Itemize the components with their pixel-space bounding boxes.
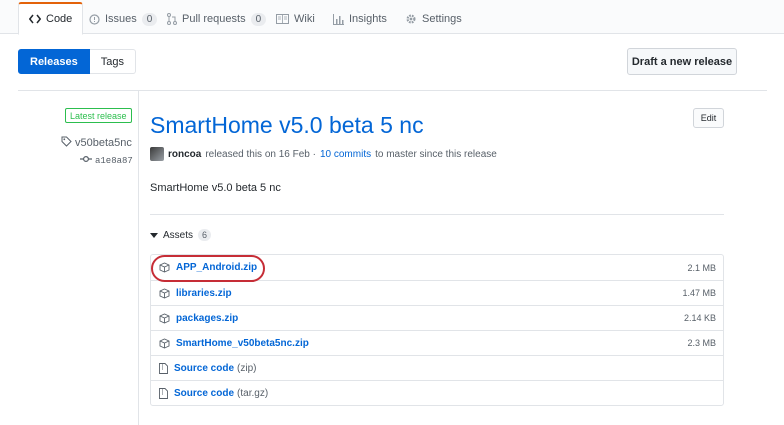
tab-pull-requests[interactable]: Pull requests 0 [167, 4, 267, 34]
asset-name[interactable]: Source code [174, 388, 234, 399]
tab-label: Settings [422, 13, 462, 25]
package-icon [159, 338, 170, 349]
pull-request-icon [167, 13, 177, 25]
released-text: released this on 16 Feb · [205, 148, 316, 160]
assets-list: APP_Android.zip 2.1 MB libraries.zip 1.4… [150, 254, 724, 406]
gear-icon [405, 13, 417, 25]
issue-icon [89, 13, 100, 25]
assets-label: Assets [163, 229, 194, 241]
release-title[interactable]: SmartHome v5.0 beta 5 nc [150, 112, 424, 139]
tab-label: Insights [349, 13, 387, 25]
asset-name[interactable]: SmartHome_v50beta5nc.zip [176, 338, 309, 349]
asset-size: 2.3 MB [687, 338, 716, 348]
tags-button[interactable]: Tags [89, 49, 136, 74]
assets-toggle[interactable]: Assets 6 [150, 229, 212, 241]
draft-new-release-button[interactable]: Draft a new release [627, 48, 737, 75]
asset-name[interactable]: packages.zip [176, 313, 238, 324]
asset-row[interactable]: SmartHome_v50beta5nc.zip 2.3 MB [151, 330, 723, 355]
asset-name[interactable]: libraries.zip [176, 288, 232, 299]
divider [150, 214, 724, 215]
tab-issues[interactable]: Issues 0 [89, 4, 158, 34]
tab-label: Issues [105, 13, 137, 25]
author-link[interactable]: roncoa [168, 149, 201, 160]
asset-name[interactable]: Source code [174, 363, 234, 374]
release-tag[interactable]: v50beta5nc [61, 136, 132, 150]
commit-icon [80, 155, 92, 166]
release-meta: roncoa released this on 16 Feb · 10 comm… [150, 147, 497, 161]
asset-row[interactable]: packages.zip 2.14 KB [151, 305, 723, 330]
commits-link[interactable]: 10 commits [320, 149, 371, 160]
file-zip-icon [159, 362, 168, 374]
commit-sha: a1e8a87 [95, 155, 133, 166]
latest-release-badge: Latest release [65, 108, 132, 123]
file-zip-icon [159, 387, 168, 399]
repo-tabnav: Code Issues 0 Pull requests 0 Wiki Insig… [0, 0, 784, 35]
commits-suffix: to master since this release [375, 148, 497, 160]
tag-name: v50beta5nc [75, 137, 132, 149]
tab-label: Code [46, 13, 73, 25]
tab-settings[interactable]: Settings [405, 4, 462, 34]
asset-size: 1.47 MB [682, 288, 716, 298]
asset-row[interactable]: Source code (tar.gz) [151, 380, 723, 405]
tab-label: Pull requests [182, 13, 246, 25]
edit-button[interactable]: Edit [693, 108, 724, 128]
assets-count: 6 [198, 229, 212, 241]
avatar[interactable] [150, 147, 164, 161]
counter-badge: 0 [250, 12, 267, 26]
tag-icon [61, 136, 72, 150]
book-icon [276, 14, 289, 24]
asset-size: 2.14 KB [683, 313, 716, 323]
tab-code[interactable]: Code [18, 2, 84, 35]
asset-row[interactable]: Source code (zip) [151, 355, 723, 380]
release-commit[interactable]: a1e8a87 [80, 155, 133, 166]
asset-row[interactable]: libraries.zip 1.47 MB [151, 280, 723, 305]
releases-button[interactable]: Releases [18, 49, 90, 74]
releases-tags-toggle: Releases Tags [18, 49, 136, 74]
column-divider [138, 90, 139, 425]
code-icon [29, 14, 41, 24]
package-icon [159, 262, 170, 273]
package-icon [159, 288, 170, 299]
asset-size: 2.1 MB [687, 262, 716, 273]
release-body: SmartHome v5.0 beta 5 nc [150, 182, 281, 194]
caret-down-icon [150, 232, 158, 238]
tab-insights[interactable]: Insights [333, 4, 387, 34]
package-icon [159, 313, 170, 324]
graph-icon [333, 13, 344, 25]
asset-format: (tar.gz) [237, 387, 269, 399]
section-divider [18, 90, 767, 91]
asset-format: (zip) [237, 362, 257, 374]
counter-badge: 0 [141, 12, 158, 26]
tab-wiki[interactable]: Wiki [276, 4, 315, 34]
tab-label: Wiki [294, 13, 315, 25]
asset-name[interactable]: APP_Android.zip [176, 262, 257, 273]
asset-row[interactable]: APP_Android.zip 2.1 MB [151, 255, 723, 280]
